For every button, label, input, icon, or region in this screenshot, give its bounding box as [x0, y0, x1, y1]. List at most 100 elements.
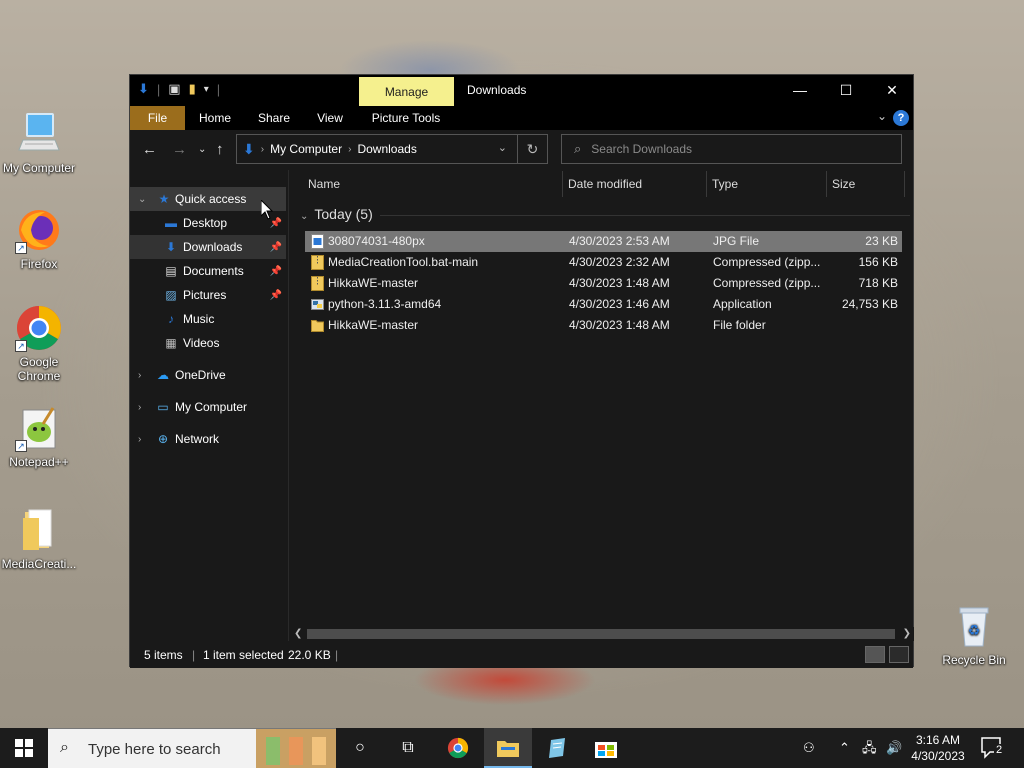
volume-icon[interactable]: 🔊 [886, 728, 902, 768]
column-header-name[interactable]: Name [308, 171, 340, 197]
taskbar-search-box[interactable]: ⌕ [48, 728, 336, 768]
pin-icon[interactable]: 📌 [270, 266, 282, 277]
pane-divider[interactable] [288, 170, 289, 641]
nav-item-onedrive[interactable]: › ☁ OneDrive [130, 363, 286, 387]
toolbar-separator: | [216, 81, 221, 97]
file-row[interactable]: python-3.11.3-amd64 4/30/2023 1:46 AM Ap… [305, 294, 902, 315]
file-row[interactable]: MediaCreationTool.bat-main 4/30/2023 2:3… [305, 252, 902, 273]
chevron-right-icon[interactable]: › [138, 402, 141, 413]
cortana-button[interactable]: ○ [336, 728, 384, 768]
nav-item-pictures[interactable]: ▨ Pictures 📌 [130, 283, 286, 307]
status-selected: 1 item selected [203, 648, 284, 662]
help-icon[interactable]: ? [893, 110, 909, 126]
explorer-window[interactable]: ⬇ | ▣ ▮ ▾ | Manage Downloads — ☐ ✕ File … [129, 74, 914, 668]
file-row[interactable]: 308074031-480px 4/30/2023 2:53 AM JPG Fi… [305, 231, 902, 252]
task-view-icon: ⧉ [402, 739, 414, 756]
column-separator[interactable] [904, 171, 905, 197]
address-dropdown-icon[interactable]: ⌄ [498, 141, 507, 154]
nav-item-music[interactable]: ♪ Music [130, 307, 286, 331]
close-button[interactable]: ✕ [869, 75, 915, 106]
status-separator: | [192, 648, 196, 662]
new-folder-icon[interactable]: ▮ [189, 81, 196, 97]
up-button[interactable]: ↑ [216, 141, 224, 158]
group-label: Today (5) [314, 206, 373, 222]
group-header-today[interactable]: ⌄ Today (5) [300, 206, 373, 222]
column-separator[interactable] [826, 171, 827, 197]
chevron-down-icon[interactable]: ⌄ [300, 211, 308, 222]
desktop-icon-notepadpp[interactable]: ↗ Notepad++ [1, 404, 77, 469]
taskbar-store[interactable] [582, 728, 630, 768]
people-icon[interactable]: ⚇ [803, 728, 815, 768]
forward-button[interactable]: → [172, 141, 187, 158]
tab-home[interactable]: Home [192, 106, 238, 130]
network-tray-icon[interactable]: 🖧 [862, 728, 877, 768]
desktop-icon-firefox[interactable]: ↗ Firefox [1, 206, 77, 271]
column-separator[interactable] [562, 171, 563, 197]
nav-item-my-computer[interactable]: › ▭ My Computer [130, 395, 286, 419]
tab-file[interactable]: File [130, 106, 185, 130]
expand-ribbon-icon[interactable]: ⌄ [877, 109, 887, 123]
horizontal-scrollbar[interactable]: ❮ ❯ [289, 627, 914, 641]
column-header-size[interactable]: Size [832, 171, 855, 197]
start-button[interactable] [0, 728, 48, 768]
file-row[interactable]: HikkaWE-master 4/30/2023 1:48 AM File fo… [305, 315, 902, 336]
nav-item-documents[interactable]: ▤ Documents 📌 [130, 259, 286, 283]
search-highlight-image[interactable] [256, 729, 336, 768]
title-bar[interactable]: ⬇ | ▣ ▮ ▾ | Manage Downloads — ☐ ✕ [130, 75, 913, 106]
column-separator[interactable] [706, 171, 707, 197]
breadcrumb-separator-icon[interactable]: › [348, 144, 351, 155]
recent-locations-chevron-icon[interactable]: ⌄ [198, 144, 206, 155]
pin-icon[interactable]: 📌 [270, 290, 282, 301]
large-icons-view-button[interactable] [889, 646, 909, 663]
svg-text:♻: ♻ [968, 623, 981, 639]
column-header-date[interactable]: Date modified [568, 171, 642, 197]
chevron-right-icon[interactable]: › [138, 434, 141, 445]
chevron-down-icon[interactable]: ⌄ [138, 194, 146, 205]
desktop-icon-my-computer[interactable]: My Computer [1, 110, 77, 175]
task-view-button[interactable]: ⧉ [384, 728, 432, 768]
scroll-right-icon[interactable]: ❯ [903, 627, 911, 641]
scrollbar-thumb[interactable] [307, 629, 895, 639]
chrome-icon [447, 737, 469, 759]
refresh-button[interactable]: ↻ [517, 135, 547, 163]
show-hidden-icons-chevron-icon[interactable]: ⌃ [839, 728, 850, 768]
nav-label: Downloads [183, 240, 243, 254]
tab-picture-tools[interactable]: Picture Tools [366, 106, 446, 130]
taskbar-notepad[interactable] [533, 728, 581, 768]
action-center-button[interactable]: 2 [980, 736, 1006, 760]
tab-view[interactable]: View [308, 106, 352, 130]
breadcrumb-my-computer[interactable]: My Computer [270, 142, 342, 156]
address-bar[interactable]: ⬇ › My Computer › Downloads ⌄ ↻ [236, 134, 548, 164]
computer-icon [15, 110, 63, 158]
maximize-button[interactable]: ☐ [823, 75, 869, 106]
folder-icon [15, 506, 63, 554]
chevron-right-icon[interactable]: › [138, 370, 141, 381]
pin-icon[interactable]: 📌 [270, 242, 282, 253]
nav-item-network[interactable]: › ⊕ Network [130, 427, 286, 451]
taskbar-clock[interactable]: 3:16 AM 4/30/2023 [906, 732, 970, 764]
desktop-icon-chrome[interactable]: ↗ Google Chrome [1, 304, 77, 383]
column-header-type[interactable]: Type [712, 171, 738, 197]
nav-item-videos[interactable]: ▦ Videos [130, 331, 286, 355]
minimize-button[interactable]: — [777, 75, 823, 106]
breadcrumb-downloads[interactable]: Downloads [357, 142, 416, 156]
file-row[interactable]: HikkaWE-master 4/30/2023 1:48 AM Compres… [305, 273, 902, 294]
downloads-arrow-icon[interactable]: ⬇ [138, 81, 149, 97]
customize-toolbar-icon[interactable]: ▾ [204, 84, 209, 95]
manage-context-tab[interactable]: Manage [359, 77, 454, 106]
navigation-pane[interactable]: ⌄ ★ Quick access ▬ Desktop 📌 ⬇ Downloads… [130, 185, 288, 641]
back-button[interactable]: ← [142, 141, 157, 158]
search-input[interactable] [591, 142, 872, 156]
nav-item-downloads[interactable]: ⬇ Downloads 📌 [130, 235, 286, 259]
taskbar-chrome[interactable] [434, 728, 482, 768]
scroll-left-icon[interactable]: ❮ [294, 627, 302, 641]
search-box[interactable]: ⌕ [561, 134, 902, 164]
breadcrumb-separator-icon[interactable]: › [261, 144, 264, 155]
desktop-icon-recycle-bin[interactable]: ♻ Recycle Bin [936, 602, 1012, 667]
details-view-button[interactable] [865, 646, 885, 663]
properties-icon[interactable]: ▣ [168, 81, 180, 97]
tab-share[interactable]: Share [250, 106, 298, 130]
bubble-tea-cups-icon [266, 737, 326, 765]
taskbar-file-explorer[interactable] [484, 728, 532, 768]
desktop-icon-mediacreation[interactable]: MediaCreati... [1, 506, 77, 571]
